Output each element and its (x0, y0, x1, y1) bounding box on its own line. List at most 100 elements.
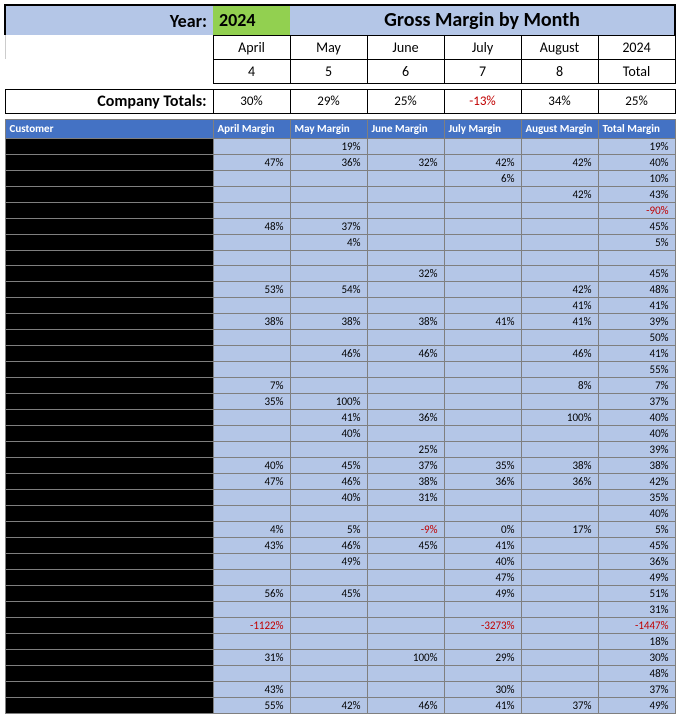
margin-cell[interactable] (367, 601, 444, 617)
margin-cell[interactable]: 45% (598, 265, 675, 281)
margin-cell[interactable] (367, 377, 444, 393)
margin-cell[interactable]: 47% (444, 569, 521, 585)
table-row[interactable]: 42%43% (5, 186, 675, 202)
margin-cell[interactable]: 53% (213, 281, 290, 297)
customer-cell[interactable] (5, 409, 213, 425)
margin-cell[interactable]: 0% (444, 521, 521, 537)
customer-cell[interactable] (5, 297, 213, 313)
margin-cell[interactable] (444, 138, 521, 154)
customer-cell[interactable] (5, 345, 213, 361)
margin-cell[interactable]: 37% (521, 697, 598, 713)
margin-cell[interactable] (521, 329, 598, 345)
margin-cell[interactable] (444, 489, 521, 505)
margin-cell[interactable] (213, 569, 290, 585)
margin-cell[interactable] (290, 633, 367, 649)
customer-cell[interactable] (5, 313, 213, 329)
margin-cell[interactable] (367, 585, 444, 601)
margin-cell[interactable] (521, 234, 598, 250)
margin-cell[interactable]: 38% (290, 313, 367, 329)
customer-cell[interactable] (5, 186, 213, 202)
margin-cell[interactable]: 7% (213, 377, 290, 393)
customer-cell[interactable] (5, 457, 213, 473)
margin-cell[interactable]: 41% (444, 537, 521, 553)
table-row[interactable]: 7%8%7% (5, 377, 675, 393)
margin-cell[interactable]: 36% (367, 409, 444, 425)
margin-cell[interactable] (290, 186, 367, 202)
margin-cell[interactable] (367, 281, 444, 297)
margin-cell[interactable] (213, 665, 290, 681)
margin-cell[interactable] (290, 170, 367, 186)
margin-cell[interactable]: 54% (290, 281, 367, 297)
margin-cell[interactable] (444, 234, 521, 250)
margin-cell[interactable]: 46% (290, 537, 367, 553)
margin-cell[interactable]: 51% (598, 585, 675, 601)
margin-cell[interactable]: 100% (521, 409, 598, 425)
margin-cell[interactable]: 25% (367, 441, 444, 457)
margin-cell[interactable] (290, 601, 367, 617)
margin-cell[interactable]: 8% (521, 377, 598, 393)
table-row[interactable]: 18% (5, 633, 675, 649)
margin-cell[interactable]: 37% (367, 457, 444, 473)
margin-cell[interactable]: 36% (521, 473, 598, 489)
margin-cell[interactable] (367, 665, 444, 681)
col-header-june[interactable]: June Margin (367, 119, 444, 138)
margin-cell[interactable]: 48% (213, 218, 290, 234)
table-row[interactable]: 47%46%38%36%36%42% (5, 473, 675, 489)
customer-cell[interactable] (5, 649, 213, 665)
customer-cell[interactable] (5, 665, 213, 681)
margin-cell[interactable] (444, 393, 521, 409)
customer-cell[interactable] (5, 537, 213, 553)
customer-cell[interactable] (5, 569, 213, 585)
margin-cell[interactable] (290, 617, 367, 633)
margin-cell[interactable] (521, 250, 598, 265)
table-row[interactable]: 19%19% (5, 138, 675, 154)
margin-cell[interactable]: 40% (598, 425, 675, 441)
margin-cell[interactable] (521, 489, 598, 505)
col-header-may[interactable]: May Margin (290, 119, 367, 138)
table-row[interactable]: 41%41% (5, 297, 675, 313)
margin-cell[interactable] (521, 218, 598, 234)
margin-cell[interactable]: 42% (521, 281, 598, 297)
customer-cell[interactable] (5, 218, 213, 234)
customer-cell[interactable] (5, 617, 213, 633)
margin-cell[interactable] (444, 601, 521, 617)
margin-cell[interactable] (290, 202, 367, 218)
margin-cell[interactable]: 40% (213, 457, 290, 473)
margin-cell[interactable] (290, 665, 367, 681)
customer-cell[interactable] (5, 154, 213, 170)
margin-cell[interactable] (444, 377, 521, 393)
margin-cell[interactable] (213, 186, 290, 202)
margin-cell[interactable]: 50% (598, 329, 675, 345)
margin-cell[interactable]: 40% (598, 154, 675, 170)
margin-cell[interactable] (444, 297, 521, 313)
margin-cell[interactable]: 37% (598, 393, 675, 409)
margin-cell[interactable]: -9% (367, 521, 444, 537)
customer-cell[interactable] (5, 234, 213, 250)
margin-cell[interactable] (213, 601, 290, 617)
margin-cell[interactable] (444, 345, 521, 361)
margin-cell[interactable] (290, 250, 367, 265)
margin-cell[interactable] (521, 553, 598, 569)
margin-cell[interactable] (444, 425, 521, 441)
margin-cell[interactable]: 35% (213, 393, 290, 409)
margin-cell[interactable]: 49% (290, 553, 367, 569)
margin-cell[interactable] (367, 297, 444, 313)
margin-cell[interactable]: 41% (521, 297, 598, 313)
customer-cell[interactable] (5, 250, 213, 265)
margin-cell[interactable]: 36% (444, 473, 521, 489)
margin-cell[interactable] (213, 297, 290, 313)
margin-cell[interactable]: 40% (598, 505, 675, 521)
table-row[interactable]: 47%36%32%42%42%40% (5, 154, 675, 170)
margin-cell[interactable]: 42% (521, 186, 598, 202)
margin-cell[interactable]: 46% (290, 473, 367, 489)
customer-cell[interactable] (5, 138, 213, 154)
margin-cell[interactable]: 56% (213, 585, 290, 601)
margin-cell[interactable]: 41% (290, 409, 367, 425)
margin-cell[interactable]: 19% (598, 138, 675, 154)
margin-cell[interactable] (598, 250, 675, 265)
table-row[interactable]: 31%100%29%30% (5, 649, 675, 665)
table-row[interactable]: 55%42%46%41%37%49% (5, 697, 675, 713)
margin-cell[interactable]: 32% (367, 265, 444, 281)
table-row[interactable]: 4%5% (5, 234, 675, 250)
margin-cell[interactable] (290, 505, 367, 521)
